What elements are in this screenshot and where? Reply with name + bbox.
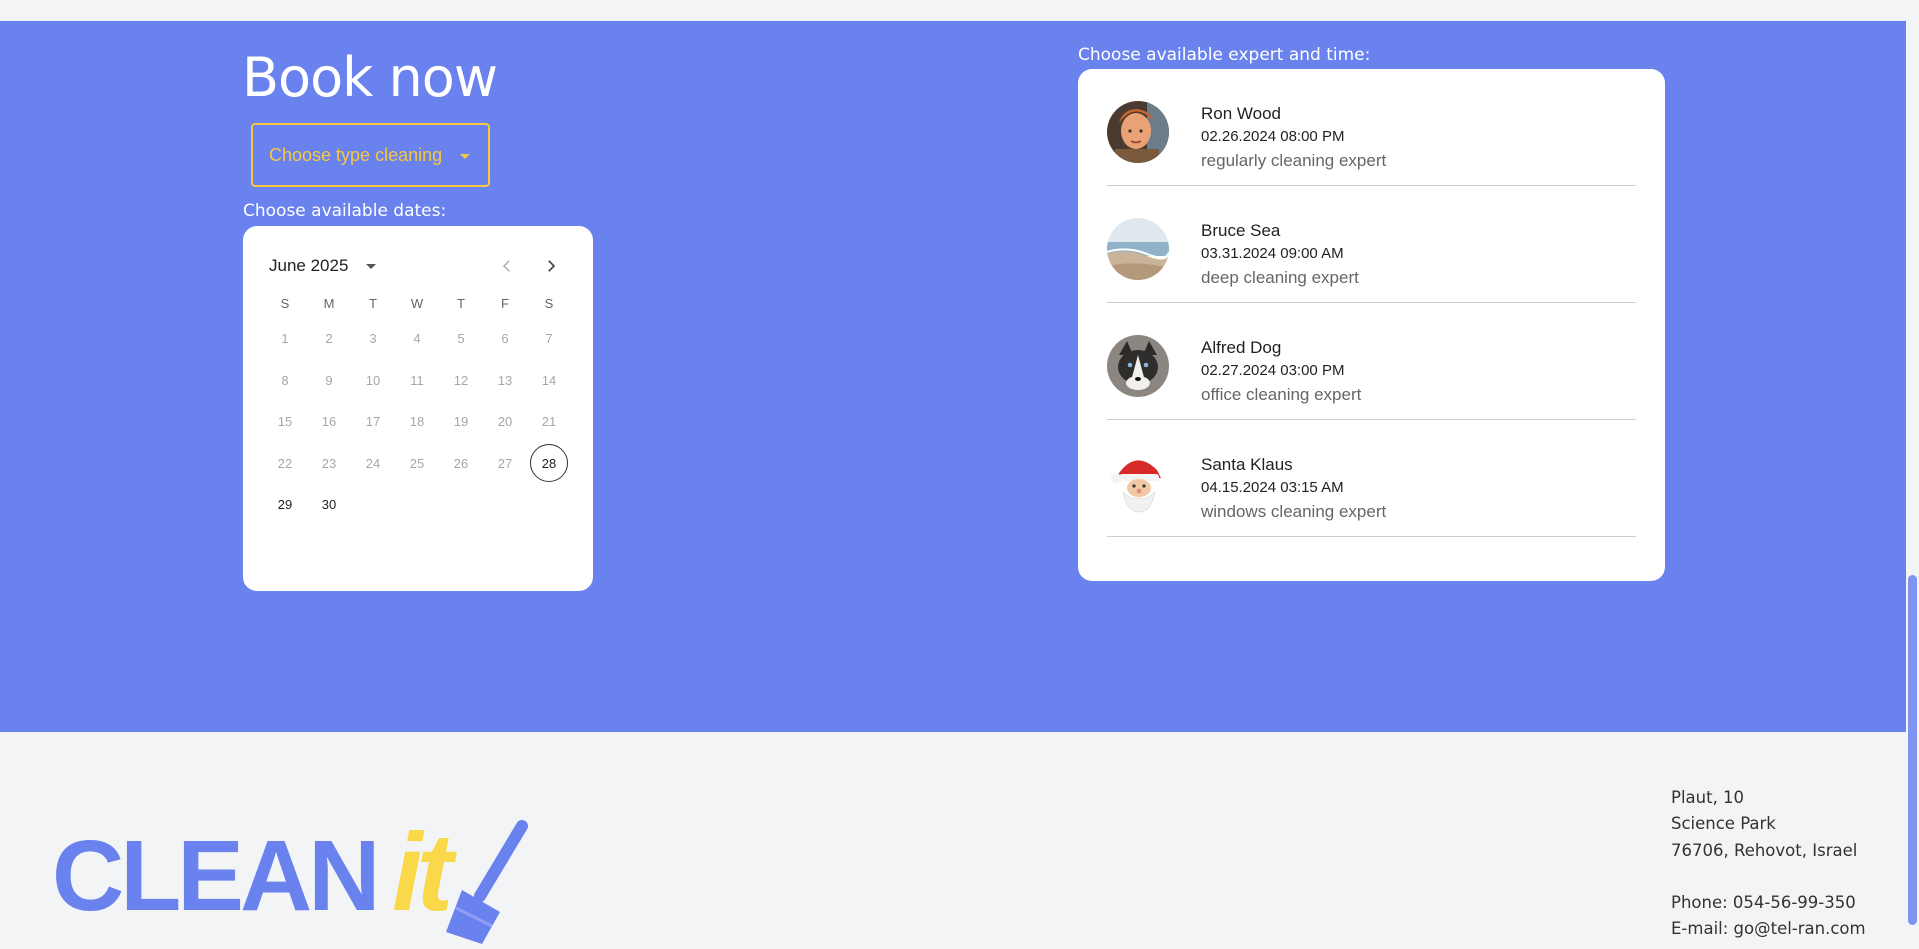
- expert-role: regularly cleaning expert: [1201, 151, 1387, 170]
- calendar-empty-cell: [351, 485, 395, 525]
- weekday-label: T: [457, 296, 465, 311]
- dog-avatar: [1107, 335, 1169, 397]
- page-title: Book now: [242, 46, 498, 109]
- weekday-label: W: [410, 296, 424, 311]
- cleaning-type-placeholder: Choose type cleaning: [269, 144, 443, 165]
- top-strip: [0, 0, 1906, 21]
- calendar-week-row: 15 16 17 18 19 20 21: [263, 401, 571, 443]
- calendar-week-row: 22 23 24 25 26 27 28: [263, 443, 571, 485]
- dates-label: Choose available dates:: [243, 201, 447, 221]
- calendar-week-row: 1234567: [263, 318, 571, 360]
- expert-item[interactable]: Bruce Sea 03.31.2024 09:00 AM deep clean…: [1107, 186, 1636, 303]
- contact-phone: Phone: 054-56-99-350: [1671, 892, 1856, 912]
- calendar-day[interactable]: 5: [439, 319, 483, 359]
- calendar-day[interactable]: 16: [307, 402, 351, 442]
- calendar-month-switcher[interactable]: June 2025: [269, 254, 377, 278]
- contact-info: Plaut, 10 Science Park 76706, Rehovot, I…: [1671, 785, 1866, 942]
- expert-time: 04.15.2024 03:15 AM: [1201, 479, 1344, 496]
- expert-item[interactable]: Santa Klaus 04.15.2024 03:15 AM windows …: [1107, 420, 1636, 537]
- page-scrollbar[interactable]: [1906, 0, 1919, 944]
- calendar-day[interactable]: 29: [263, 485, 307, 525]
- weekday-label: S: [280, 296, 290, 311]
- expert-time: 02.27.2024 03:00 PM: [1201, 362, 1345, 379]
- calendar-day[interactable]: 3: [351, 319, 395, 359]
- weekday-header-row: SMTWTFS: [263, 290, 571, 318]
- expert-time: 02.26.2024 08:00 PM: [1201, 128, 1345, 145]
- expert-name: Alfred Dog: [1201, 338, 1282, 357]
- calendar-day[interactable]: 4: [395, 319, 439, 359]
- calendar-day[interactable]: 20: [483, 402, 527, 442]
- calendar-day[interactable]: 28: [527, 443, 571, 483]
- calendar-empty-cell: [395, 485, 439, 525]
- calendar-day[interactable]: 9: [307, 360, 351, 400]
- calendar-day[interactable]: 15: [263, 402, 307, 442]
- calendar-day[interactable]: 7: [527, 319, 571, 359]
- calendar-weeks: 1 2 3 4 5 6 7 8 9 10 11 12 13 14 15 16 17 18 19 20 21 22 23 24 2…: [263, 318, 571, 526]
- santa-avatar: [1107, 452, 1169, 514]
- calendar-day[interactable]: 24: [351, 443, 395, 483]
- calendar-day[interactable]: 26: [439, 443, 483, 483]
- date-calendar: June 2025 SMTWTFS 1 2 3 4 5 6 7 8 9 10 11 12 13 14 15 1…: [243, 226, 593, 591]
- address-street: Plaut, 10: [1671, 788, 1745, 807]
- calendar-week-row: 8 9 10 11 12 13 14: [263, 360, 571, 402]
- address-city: 76706, Rehovot, Israel: [1671, 840, 1858, 860]
- expert-item[interactable]: Alfred Dog 02.27.2024 03:00 PM office cl…: [1107, 303, 1636, 420]
- calendar-day[interactable]: 1: [263, 319, 307, 359]
- booking-section: Book now Choose type cleaning Choose ava…: [0, 21, 1906, 732]
- weekday-label: S: [544, 296, 554, 311]
- beach-avatar: [1107, 218, 1169, 280]
- previous-month-button[interactable]: [493, 252, 521, 280]
- calendar-day[interactable]: 6: [483, 319, 527, 359]
- calendar-day[interactable]: 10: [351, 360, 395, 400]
- contact-email: E-mail: go@tel-ran.com: [1671, 919, 1866, 939]
- expert-role: office cleaning expert: [1201, 385, 1362, 404]
- chevron-right-icon: [548, 260, 556, 272]
- calendar-day[interactable]: 8: [263, 360, 307, 400]
- calendar-day[interactable]: 22: [263, 443, 307, 483]
- svg-text:it: it: [392, 811, 458, 934]
- next-month-button[interactable]: [537, 252, 565, 280]
- calendar-week-row: 29 30: [263, 484, 571, 526]
- experts-list: Ron Wood 02.26.2024 08:00 PM regularly c…: [1078, 69, 1665, 581]
- expert-role: deep cleaning expert: [1201, 268, 1359, 287]
- calendar-day[interactable]: 27: [483, 443, 527, 483]
- calendar-day[interactable]: 25: [395, 443, 439, 483]
- calendar-day[interactable]: 19: [439, 402, 483, 442]
- calendar-month-label: June 2025: [269, 256, 349, 275]
- calendar-empty-cell: [483, 485, 527, 525]
- expert-name: Ron Wood: [1201, 104, 1282, 123]
- weekday-label: T: [369, 296, 377, 311]
- dropdown-caret-icon: [460, 154, 470, 159]
- calendar-day[interactable]: 14: [527, 360, 571, 400]
- calendar-grid: SMTWTFS 1 2 3 4 5 6 7 8 9 10 11 12 13 14 15 16 17 18 19 20 2…: [263, 290, 571, 526]
- calendar-day[interactable]: 12: [439, 360, 483, 400]
- calendar-day[interactable]: 21: [527, 402, 571, 442]
- month-dropdown-icon: [366, 263, 377, 269]
- cleanit-logo: CLEAN it: [52, 808, 532, 944]
- calendar-day[interactable]: 23: [307, 443, 351, 483]
- person-avatar: [1107, 101, 1169, 163]
- address-area: Science Park: [1671, 814, 1776, 834]
- calendar-day[interactable]: 30: [307, 485, 351, 525]
- expert-time: 03.31.2024 09:00 AM: [1201, 245, 1344, 262]
- expert-role: windows cleaning expert: [1201, 502, 1387, 521]
- chevron-left-icon: [502, 260, 510, 272]
- calendar-day[interactable]: 11: [395, 360, 439, 400]
- expert-name: Bruce Sea: [1201, 221, 1281, 240]
- calendar-day[interactable]: 2: [307, 319, 351, 359]
- calendar-day[interactable]: 13: [483, 360, 527, 400]
- calendar-day[interactable]: 18: [395, 402, 439, 442]
- broom-icon: [446, 820, 528, 944]
- scrollbar-thumb[interactable]: [1908, 575, 1917, 925]
- weekday-label: F: [501, 296, 509, 311]
- svg-text:CLEAN: CLEAN: [52, 820, 376, 932]
- experts-label: Choose available expert and time:: [1078, 45, 1371, 65]
- cleaning-type-select[interactable]: Choose type cleaning: [251, 123, 490, 187]
- calendar-empty-cell: [439, 485, 483, 525]
- expert-name: Santa Klaus: [1201, 455, 1293, 474]
- expert-item[interactable]: Ron Wood 02.26.2024 08:00 PM regularly c…: [1107, 69, 1636, 186]
- weekday-label: M: [323, 296, 335, 311]
- calendar-empty-cell: [527, 485, 571, 525]
- calendar-day[interactable]: 17: [351, 402, 395, 442]
